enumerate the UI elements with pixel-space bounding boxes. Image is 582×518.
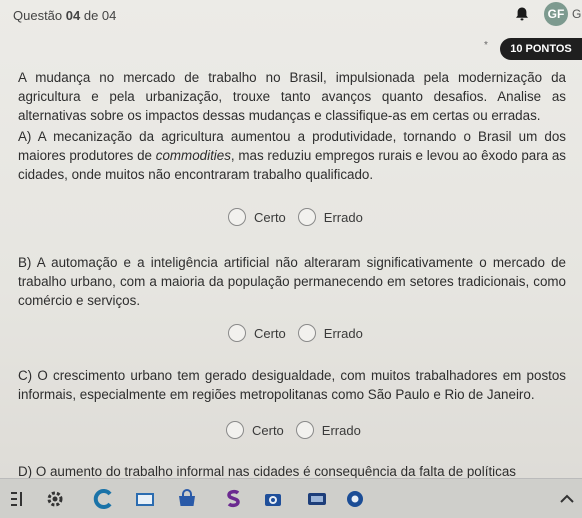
chrome-browser-icon[interactable]	[92, 488, 114, 510]
chrome-app-icon[interactable]	[344, 488, 366, 510]
question-counter: Questão 04 de 04	[13, 8, 116, 23]
question-statement: A mudança no mercado de trabalho no Bras…	[18, 70, 566, 123]
option-c-errado[interactable]: Errado	[295, 421, 361, 439]
option-label: Certo	[252, 422, 284, 438]
notification-bell-icon[interactable]	[514, 6, 530, 22]
options-b: Certo Errado	[228, 322, 375, 344]
radio-icon[interactable]	[228, 324, 246, 342]
option-label: Certo	[254, 325, 286, 341]
option-label: Errado	[323, 325, 363, 341]
alternative-b-text: B) A automação e a inteligência artifici…	[18, 255, 566, 308]
radio-icon[interactable]	[297, 324, 316, 342]
user-avatar[interactable]: GF	[544, 2, 568, 26]
points-badge: 10 PONTOS	[500, 38, 582, 60]
s-app-icon[interactable]	[222, 488, 244, 510]
question-suffix: de 04	[80, 8, 117, 23]
keyboard-app-icon[interactable]	[306, 488, 328, 510]
option-label: Errado	[321, 422, 361, 438]
top-bar: Questão 04 de 04 GF G	[0, 0, 582, 30]
chevron-up-icon[interactable]	[556, 488, 578, 510]
option-b-errado[interactable]: Errado	[297, 324, 363, 342]
option-a-certo[interactable]: Certo	[228, 208, 286, 226]
option-label: Certo	[254, 209, 286, 225]
required-star: *	[484, 40, 488, 51]
radio-icon[interactable]	[228, 208, 246, 226]
option-label: Errado	[323, 209, 363, 225]
question-page: Questão 04 de 04 GF G * 10 PONTOS A muda…	[0, 0, 582, 478]
alternative-c: C) O crescimento urbano tem gerado desig…	[18, 366, 566, 404]
question-prefix: Questão	[13, 8, 66, 23]
launcher-icon[interactable]	[8, 488, 30, 510]
radio-icon[interactable]	[297, 208, 316, 226]
alternative-d: D) O aumento do trabalho informal nas ci…	[18, 462, 566, 478]
store-icon[interactable]	[176, 488, 198, 510]
options-c: Certo Errado	[226, 419, 373, 441]
camera-icon[interactable]	[262, 488, 284, 510]
alternative-b: B) A automação e a inteligência artifici…	[18, 253, 566, 310]
alternative-a-italic: commodities	[155, 148, 231, 163]
alternative-c-text: C) O crescimento urbano tem gerado desig…	[18, 368, 566, 402]
radio-icon[interactable]	[226, 421, 244, 439]
classroom-icon[interactable]	[134, 488, 156, 510]
options-a: Certo Errado	[228, 206, 375, 228]
alternative-d-text: D) O aumento do trabalho informal nas ci…	[18, 464, 516, 478]
option-c-certo[interactable]: Certo	[226, 421, 284, 439]
user-name-truncated: G	[572, 7, 582, 21]
settings-gear-icon[interactable]	[44, 488, 66, 510]
radio-icon[interactable]	[295, 421, 314, 439]
question-number: 04	[65, 8, 81, 23]
option-a-errado[interactable]: Errado	[297, 208, 363, 226]
option-b-certo[interactable]: Certo	[228, 324, 286, 342]
alternative-a: A) A mecanização da agricultura aumentou…	[18, 127, 566, 184]
taskbar	[0, 478, 582, 518]
